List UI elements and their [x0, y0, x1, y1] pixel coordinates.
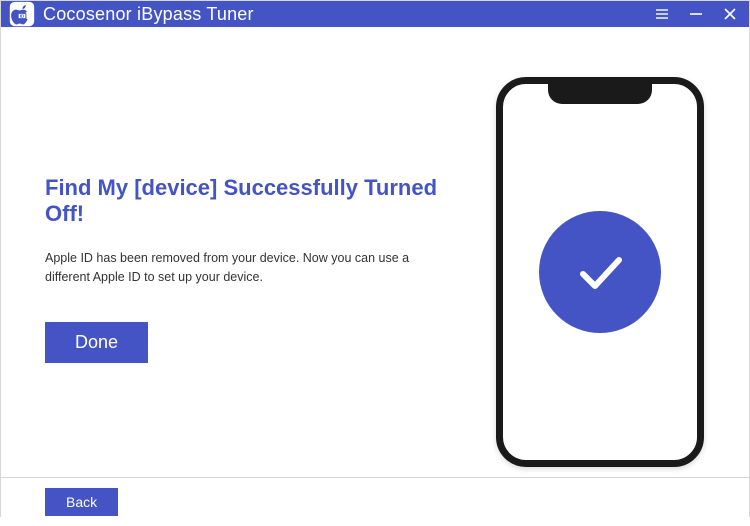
menu-icon[interactable]	[653, 5, 671, 23]
window-controls	[653, 5, 739, 23]
done-button[interactable]: Done	[45, 322, 148, 363]
footer-bar: Back	[1, 477, 749, 526]
phone-frame	[496, 77, 704, 467]
app-window: ID Cocosenor iBypass Tuner Find My [devi…	[0, 0, 750, 517]
minimize-icon[interactable]	[687, 5, 705, 23]
success-headline: Find My [device] Successfully Turned Off…	[45, 175, 465, 227]
close-icon[interactable]	[721, 5, 739, 23]
app-title: Cocosenor iBypass Tuner	[43, 4, 653, 25]
back-button[interactable]: Back	[45, 488, 118, 516]
phone-screen	[503, 84, 697, 460]
app-logo-icon: ID	[9, 1, 35, 27]
device-illustration	[485, 67, 715, 467]
titlebar: ID Cocosenor iBypass Tuner	[1, 1, 749, 27]
svg-text:ID: ID	[20, 13, 24, 18]
message-panel: Find My [device] Successfully Turned Off…	[45, 67, 485, 467]
checkmark-icon	[539, 211, 661, 333]
main-content: Find My [device] Successfully Turned Off…	[1, 27, 749, 477]
success-description: Apple ID has been removed from your devi…	[45, 249, 445, 288]
